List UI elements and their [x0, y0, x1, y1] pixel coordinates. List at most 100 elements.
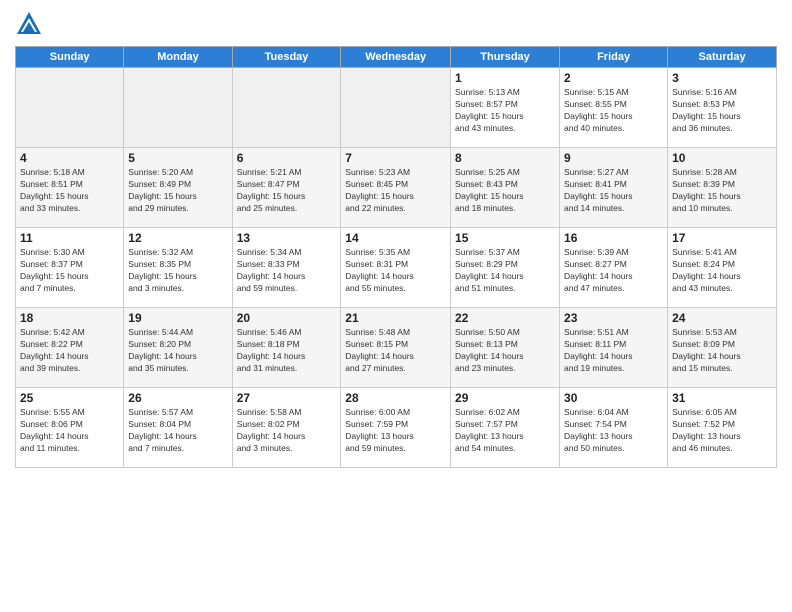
day-info: Sunrise: 5:42 AM Sunset: 8:22 PM Dayligh… — [20, 327, 119, 375]
day-info: Sunrise: 5:55 AM Sunset: 8:06 PM Dayligh… — [20, 407, 119, 455]
day-number: 25 — [20, 391, 119, 405]
calendar-cell: 1 Sunrise: 5:13 AM Sunset: 8:57 PM Daylig… — [451, 68, 560, 148]
day-number: 1 — [455, 71, 555, 85]
calendar-cell: 19 Sunrise: 5:44 AM Sunset: 8:20 PM Dayli… — [124, 308, 232, 388]
calendar-cell — [232, 68, 341, 148]
calendar-cell: 25 Sunrise: 5:55 AM Sunset: 8:06 PM Dayli… — [16, 388, 124, 468]
day-number: 17 — [672, 231, 772, 245]
day-info: Sunrise: 5:28 AM Sunset: 8:39 PM Dayligh… — [672, 167, 772, 215]
day-info: Sunrise: 5:34 AM Sunset: 8:33 PM Dayligh… — [237, 247, 337, 295]
day-info: Sunrise: 5:13 AM Sunset: 8:57 PM Dayligh… — [455, 87, 555, 135]
day-info: Sunrise: 5:44 AM Sunset: 8:20 PM Dayligh… — [128, 327, 227, 375]
day-number: 26 — [128, 391, 227, 405]
day-info: Sunrise: 6:05 AM Sunset: 7:52 PM Dayligh… — [672, 407, 772, 455]
logo — [15, 10, 47, 38]
logo-icon — [15, 10, 43, 38]
calendar-header: SundayMondayTuesdayWednesdayThursdayFrid… — [16, 47, 777, 68]
header — [15, 10, 777, 38]
day-number: 20 — [237, 311, 337, 325]
day-number: 12 — [128, 231, 227, 245]
calendar-cell: 11 Sunrise: 5:30 AM Sunset: 8:37 PM Dayli… — [16, 228, 124, 308]
day-info: Sunrise: 5:35 AM Sunset: 8:31 PM Dayligh… — [345, 247, 446, 295]
day-number: 21 — [345, 311, 446, 325]
day-number: 10 — [672, 151, 772, 165]
day-number: 31 — [672, 391, 772, 405]
day-info: Sunrise: 6:04 AM Sunset: 7:54 PM Dayligh… — [564, 407, 663, 455]
calendar-cell: 13 Sunrise: 5:34 AM Sunset: 8:33 PM Dayli… — [232, 228, 341, 308]
day-number: 27 — [237, 391, 337, 405]
day-number: 7 — [345, 151, 446, 165]
day-info: Sunrise: 5:23 AM Sunset: 8:45 PM Dayligh… — [345, 167, 446, 215]
calendar-cell: 26 Sunrise: 5:57 AM Sunset: 8:04 PM Dayli… — [124, 388, 232, 468]
page: SundayMondayTuesdayWednesdayThursdayFrid… — [0, 0, 792, 612]
day-header-sunday: Sunday — [16, 47, 124, 68]
calendar-cell: 28Sunrise: 6:00 AM Sunset: 7:59 PM Dayli… — [341, 388, 451, 468]
day-number: 13 — [237, 231, 337, 245]
calendar-body: 1 Sunrise: 5:13 AM Sunset: 8:57 PM Daylig… — [16, 68, 777, 468]
calendar-cell: 7 Sunrise: 5:23 AM Sunset: 8:45 PM Daylig… — [341, 148, 451, 228]
day-info: Sunrise: 5:15 AM Sunset: 8:55 PM Dayligh… — [564, 87, 663, 135]
day-info: Sunrise: 5:39 AM Sunset: 8:27 PM Dayligh… — [564, 247, 663, 295]
day-info: Sunrise: 5:50 AM Sunset: 8:13 PM Dayligh… — [455, 327, 555, 375]
calendar-cell — [124, 68, 232, 148]
calendar-cell: 4 Sunrise: 5:18 AM Sunset: 8:51 PM Daylig… — [16, 148, 124, 228]
day-info: Sunrise: 5:30 AM Sunset: 8:37 PM Dayligh… — [20, 247, 119, 295]
day-info: Sunrise: 5:48 AM Sunset: 8:15 PM Dayligh… — [345, 327, 446, 375]
calendar-cell: 29Sunrise: 6:02 AM Sunset: 7:57 PM Dayli… — [451, 388, 560, 468]
day-number: 24 — [672, 311, 772, 325]
day-number: 19 — [128, 311, 227, 325]
calendar-week-4: 18 Sunrise: 5:42 AM Sunset: 8:22 PM Dayli… — [16, 308, 777, 388]
calendar-cell: 30 Sunrise: 6:04 AM Sunset: 7:54 PM Dayli… — [560, 388, 668, 468]
day-info: Sunrise: 5:46 AM Sunset: 8:18 PM Dayligh… — [237, 327, 337, 375]
calendar-cell: 23 Sunrise: 5:51 AM Sunset: 8:11 PM Dayli… — [560, 308, 668, 388]
calendar-cell — [341, 68, 451, 148]
calendar-cell: 16 Sunrise: 5:39 AM Sunset: 8:27 PM Dayli… — [560, 228, 668, 308]
day-number: 18 — [20, 311, 119, 325]
day-info: Sunrise: 5:57 AM Sunset: 8:04 PM Dayligh… — [128, 407, 227, 455]
calendar-cell: 14 Sunrise: 5:35 AM Sunset: 8:31 PM Dayli… — [341, 228, 451, 308]
calendar-cell: 27Sunrise: 5:58 AM Sunset: 8:02 PM Dayli… — [232, 388, 341, 468]
calendar-cell: 21 Sunrise: 5:48 AM Sunset: 8:15 PM Dayli… — [341, 308, 451, 388]
calendar-cell — [16, 68, 124, 148]
day-info: Sunrise: 6:02 AM Sunset: 7:57 PM Dayligh… — [455, 407, 555, 455]
calendar-cell: 12Sunrise: 5:32 AM Sunset: 8:35 PM Dayli… — [124, 228, 232, 308]
calendar-cell: 5Sunrise: 5:20 AM Sunset: 8:49 PM Daylig… — [124, 148, 232, 228]
day-number: 28 — [345, 391, 446, 405]
day-info: Sunrise: 5:18 AM Sunset: 8:51 PM Dayligh… — [20, 167, 119, 215]
day-number: 23 — [564, 311, 663, 325]
calendar-cell: 8Sunrise: 5:25 AM Sunset: 8:43 PM Daylig… — [451, 148, 560, 228]
day-number: 14 — [345, 231, 446, 245]
calendar-week-1: 1 Sunrise: 5:13 AM Sunset: 8:57 PM Daylig… — [16, 68, 777, 148]
calendar-cell: 3 Sunrise: 5:16 AM Sunset: 8:53 PM Daylig… — [668, 68, 777, 148]
calendar-cell: 10 Sunrise: 5:28 AM Sunset: 8:39 PM Dayli… — [668, 148, 777, 228]
day-number: 2 — [564, 71, 663, 85]
day-info: Sunrise: 5:21 AM Sunset: 8:47 PM Dayligh… — [237, 167, 337, 215]
day-header-thursday: Thursday — [451, 47, 560, 68]
calendar-cell: 15Sunrise: 5:37 AM Sunset: 8:29 PM Dayli… — [451, 228, 560, 308]
day-header-monday: Monday — [124, 47, 232, 68]
day-number: 30 — [564, 391, 663, 405]
calendar-cell: 24 Sunrise: 5:53 AM Sunset: 8:09 PM Dayli… — [668, 308, 777, 388]
day-info: Sunrise: 5:41 AM Sunset: 8:24 PM Dayligh… — [672, 247, 772, 295]
day-number: 22 — [455, 311, 555, 325]
day-header-friday: Friday — [560, 47, 668, 68]
day-number: 16 — [564, 231, 663, 245]
day-info: Sunrise: 5:53 AM Sunset: 8:09 PM Dayligh… — [672, 327, 772, 375]
day-number: 9 — [564, 151, 663, 165]
calendar-cell: 31 Sunrise: 6:05 AM Sunset: 7:52 PM Dayli… — [668, 388, 777, 468]
day-number: 3 — [672, 71, 772, 85]
day-header-tuesday: Tuesday — [232, 47, 341, 68]
day-number: 11 — [20, 231, 119, 245]
calendar-cell: 9 Sunrise: 5:27 AM Sunset: 8:41 PM Daylig… — [560, 148, 668, 228]
day-number: 4 — [20, 151, 119, 165]
day-info: Sunrise: 5:27 AM Sunset: 8:41 PM Dayligh… — [564, 167, 663, 215]
calendar-week-3: 11 Sunrise: 5:30 AM Sunset: 8:37 PM Dayli… — [16, 228, 777, 308]
day-info: Sunrise: 5:16 AM Sunset: 8:53 PM Dayligh… — [672, 87, 772, 135]
days-header-row: SundayMondayTuesdayWednesdayThursdayFrid… — [16, 47, 777, 68]
calendar-cell: 20 Sunrise: 5:46 AM Sunset: 8:18 PM Dayli… — [232, 308, 341, 388]
calendar-cell: 2 Sunrise: 5:15 AM Sunset: 8:55 PM Daylig… — [560, 68, 668, 148]
calendar-week-2: 4 Sunrise: 5:18 AM Sunset: 8:51 PM Daylig… — [16, 148, 777, 228]
day-info: Sunrise: 5:51 AM Sunset: 8:11 PM Dayligh… — [564, 327, 663, 375]
calendar-cell: 6Sunrise: 5:21 AM Sunset: 8:47 PM Daylig… — [232, 148, 341, 228]
day-number: 15 — [455, 231, 555, 245]
